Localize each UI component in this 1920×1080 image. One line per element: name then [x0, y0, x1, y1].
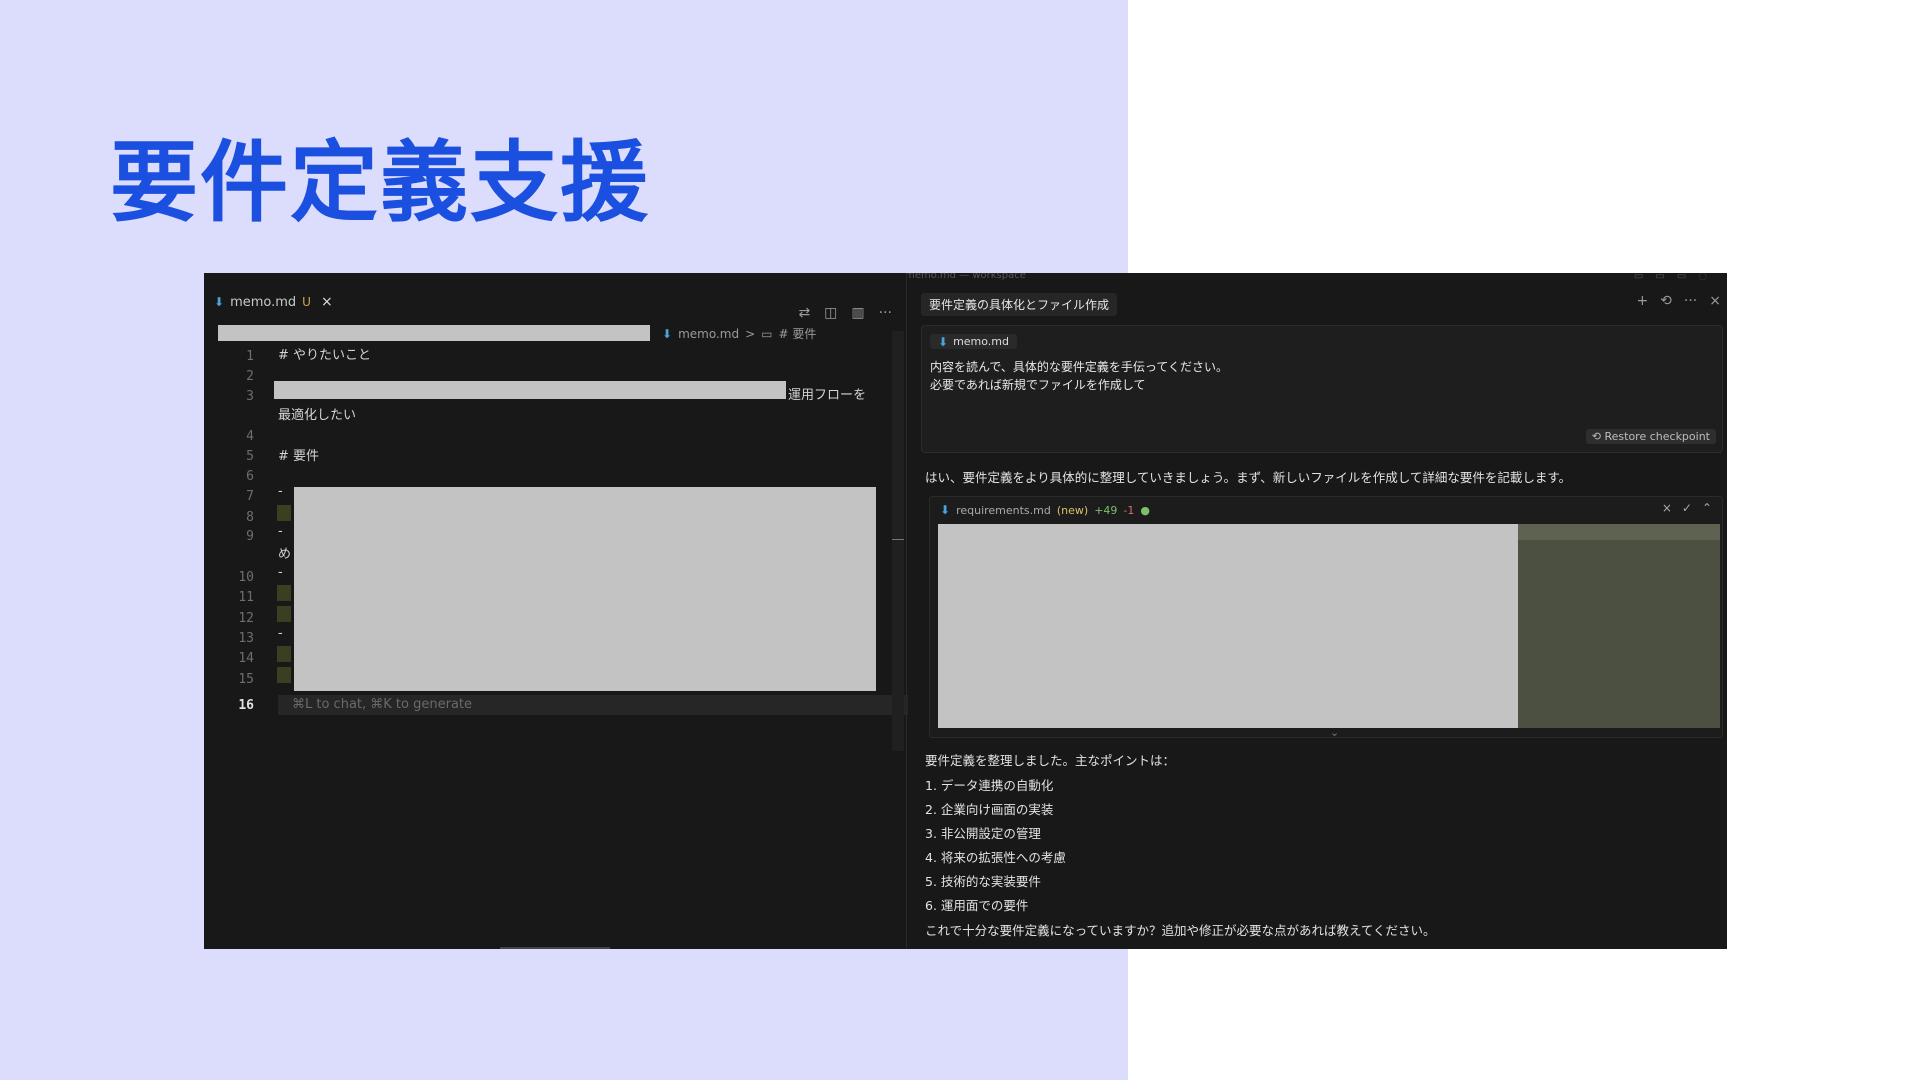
- diff-actions: × ✓ ⌃: [1662, 501, 1712, 515]
- file-diff-card: ⬇ requirements.md (new) +49 -1 ● × ✓ ⌃ ⌄: [929, 496, 1723, 738]
- user-message-line: 内容を読んで、具体的な要件定義を手伝ってください。: [930, 360, 1228, 374]
- chevron-down-icon[interactable]: ⌄: [1330, 726, 1339, 737]
- code-line[interactable]: -: [278, 484, 283, 499]
- lines-removed: -1: [1123, 503, 1135, 517]
- diff-marker: [277, 606, 291, 622]
- context-file-chip[interactable]: ⬇ memo.md: [930, 334, 1017, 349]
- new-chat-icon[interactable]: +: [1636, 293, 1648, 309]
- line-number: 15: [238, 672, 254, 687]
- split-editor-icon[interactable]: ▥: [851, 305, 864, 321]
- tab-memo-md[interactable]: ⬇ memo.md U ×: [214, 291, 333, 313]
- chip-label: memo.md: [953, 335, 1009, 348]
- current-line-number: 16: [238, 698, 254, 713]
- modified-badge: U: [302, 295, 311, 309]
- chat-panel: 要件定義の具体化とファイル作成 + ⟲ ··· × ⬇ memo.md 内容を読…: [907, 273, 1727, 949]
- line-number: 8: [246, 510, 254, 525]
- more-options-icon[interactable]: ···: [1684, 293, 1697, 309]
- accept-icon[interactable]: ✓: [1682, 501, 1692, 515]
- list-item: 4. 将来の拡張性への考慮: [925, 850, 1066, 865]
- chevron-right-icon: >: [745, 326, 756, 341]
- collapse-icon[interactable]: ⌃: [1702, 501, 1712, 515]
- markdown-icon: ⬇: [940, 503, 951, 517]
- user-message: ⬇ memo.md 内容を読んで、具体的な要件定義を手伝ってください。 必要であ…: [921, 325, 1723, 453]
- tab-label: memo.md: [230, 294, 297, 310]
- list-item: 1. データ連携の自動化: [925, 778, 1054, 793]
- close-icon[interactable]: ×: [321, 294, 333, 310]
- code-line[interactable]: # やりたいこと: [278, 344, 371, 363]
- code-line[interactable]: -: [278, 524, 283, 539]
- line-number: 14: [238, 651, 254, 666]
- diff-marker: [277, 585, 291, 601]
- inline-hint: ⌘L to chat, ⌘K to generate: [292, 697, 473, 712]
- markdown-icon: ⬇: [662, 326, 673, 341]
- editor-screenshot: memo.md — workspace ▭▭▭◌ ⬇ memo.md U × ⇄…: [204, 273, 1727, 949]
- chat-actions: + ⟲ ··· ×: [1636, 293, 1721, 309]
- user-message-line: 必要であれば新規でファイルを作成して: [930, 378, 1146, 392]
- reject-icon[interactable]: ×: [1662, 501, 1672, 515]
- chat-title[interactable]: 要件定義の具体化とファイル作成: [921, 293, 1118, 316]
- restore-checkpoint-button[interactable]: ⟲ Restore checkpoint: [1585, 429, 1716, 444]
- code-editor: ⬇ memo.md U × ⇄ ◫ ▥ ··· ⬇ memo.md > ▭ # …: [204, 273, 908, 949]
- compare-changes-icon[interactable]: ⇄: [798, 305, 810, 321]
- diff-marker: [277, 646, 291, 662]
- code-line[interactable]: -: [278, 626, 283, 641]
- line-number: 12: [238, 611, 254, 626]
- breadcrumb: ⬇ memo.md > ▭ # 要件: [662, 325, 816, 342]
- slide-title: 要件定義支援: [110, 131, 651, 234]
- line-number: 11: [238, 590, 254, 605]
- diff-file-name[interactable]: requirements.md: [956, 504, 1051, 517]
- redacted-requirements-block: [294, 487, 876, 691]
- diff-header: ⬇ requirements.md (new) +49 -1 ●: [940, 503, 1150, 517]
- more-actions-icon[interactable]: ···: [879, 305, 892, 321]
- line-number: 2: [246, 369, 254, 384]
- tab-bar: ⬇ memo.md U × ⇄ ◫ ▥ ···: [204, 287, 906, 321]
- assistant-summary: 要件定義を整理しました。主なポイントは：: [925, 753, 1176, 768]
- line-number: 4: [246, 429, 254, 444]
- line-number: 7: [246, 489, 254, 504]
- new-file-badge: (new): [1056, 503, 1089, 517]
- diff-marker: [277, 505, 291, 521]
- list-item: 5. 技術的な実装要件: [925, 874, 1041, 889]
- assistant-closing: これで十分な要件定義になっていますか？追加や修正が必要な点があれば教えてください…: [925, 923, 1436, 938]
- code-line[interactable]: -: [278, 565, 283, 580]
- diff-body: [938, 524, 1720, 728]
- code-line[interactable]: め: [278, 543, 291, 562]
- list-item: 2. 企業向け画面の実装: [925, 802, 1054, 817]
- code-line[interactable]: 運用フローを: [788, 384, 866, 403]
- horizontal-scrollbar[interactable]: [500, 947, 610, 949]
- status-dot: ●: [1140, 503, 1150, 517]
- line-number: 6: [246, 469, 254, 484]
- open-preview-icon[interactable]: ◫: [824, 305, 837, 321]
- breadcrumb-section[interactable]: # 要件: [778, 325, 816, 342]
- redacted-diff-content: [938, 524, 1518, 728]
- diff-marker: [277, 667, 291, 683]
- editor-actions: ⇄ ◫ ▥ ···: [798, 305, 892, 321]
- list-item: 6. 運用面での要件: [925, 898, 1029, 913]
- line-number: 5: [246, 449, 254, 464]
- scroll-thumb[interactable]: [892, 539, 904, 540]
- list-item: 3. 非公開設定の管理: [925, 826, 1041, 841]
- markdown-icon: ⬇: [214, 295, 225, 309]
- redacted-text: [274, 381, 786, 399]
- summary-points: 1. データ連携の自動化 2. 企業向け画面の実装 3. 非公開設定の管理 4.…: [925, 775, 1066, 919]
- breadcrumb-file[interactable]: memo.md: [678, 327, 739, 341]
- assistant-intro: はい、要件定義をより具体的に整理していきましょう。まず、新しいファイルを作成して…: [925, 470, 1572, 485]
- code-line[interactable]: 最適化したい: [278, 404, 356, 423]
- line-number: 10: [238, 570, 254, 585]
- editor-scrollbar[interactable]: [892, 331, 904, 751]
- lines-added: +49: [1094, 503, 1118, 517]
- history-icon[interactable]: ⟲: [1660, 293, 1672, 309]
- symbol-icon: ▭: [761, 326, 773, 341]
- redacted-breadcrumb-path: [218, 325, 650, 341]
- markdown-icon: ⬇: [938, 334, 949, 349]
- line-number: 1: [246, 349, 254, 364]
- code-line[interactable]: # 要件: [278, 445, 319, 464]
- line-number: 3: [246, 389, 254, 404]
- close-icon[interactable]: ×: [1709, 293, 1721, 309]
- line-number: 13: [238, 631, 254, 646]
- line-number: 9: [246, 529, 254, 544]
